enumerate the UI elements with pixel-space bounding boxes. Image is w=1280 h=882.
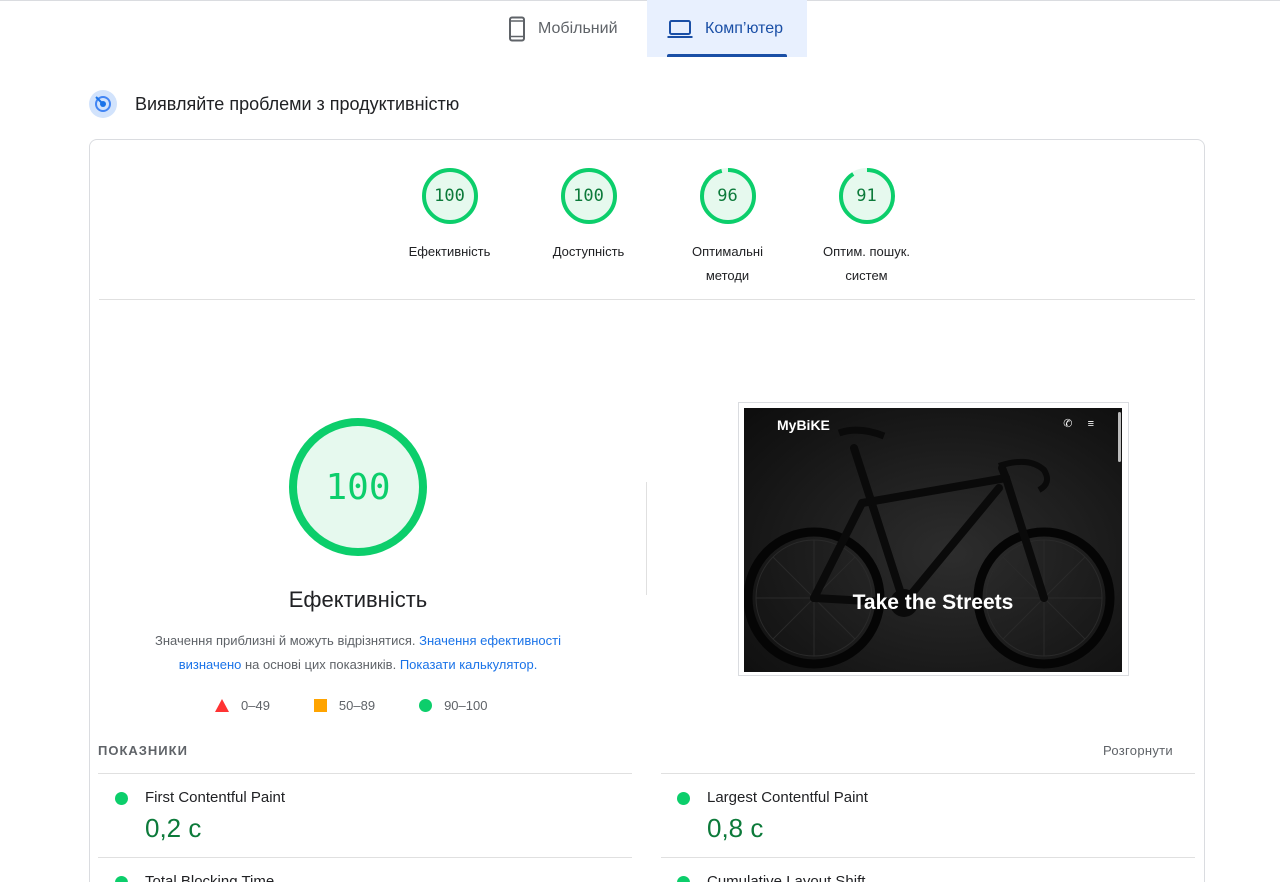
main-gauge-label: Ефективність	[288, 587, 428, 612]
gauge-ring: 91	[838, 167, 896, 225]
legend-fail: 0–49	[215, 698, 270, 713]
metric-value: 0,8 с	[707, 813, 764, 843]
gauge-label: Оптим. пошук. систем	[822, 244, 911, 283]
site-hero-text: Take the Streets	[852, 591, 1014, 614]
metrics-divider	[661, 773, 1195, 774]
performance-target-icon	[89, 90, 117, 118]
screenshot-scrollbar	[1118, 412, 1121, 462]
laptop-icon	[667, 19, 693, 38]
section-heading: Виявляйте проблеми з продуктивністю	[89, 90, 459, 118]
metric-fcp: First Contentful Paint 0,2 с	[115, 789, 615, 849]
device-tabs: Мобільний Комп’ютер	[488, 0, 807, 57]
legend-average-range: 50–89	[338, 698, 376, 713]
gauge-seo[interactable]: 91 Оптим. пошук. систем	[797, 167, 936, 288]
calculator-link[interactable]: Показати калькулятор.	[400, 657, 537, 672]
gauge-label: Оптимальні методи	[692, 244, 763, 283]
main-performance-gauge: 100	[287, 416, 429, 558]
metrics-divider	[98, 857, 632, 858]
category-gauges: 100 Ефективність 100 Доступність 96 Опти…	[380, 167, 936, 288]
orange-square-icon	[313, 699, 327, 712]
pass-circle-icon	[677, 792, 690, 805]
final-screenshot[interactable]: MyBiKE ✆ ≡ Take the Streets	[738, 402, 1129, 676]
legend-fail-range: 0–49	[241, 698, 270, 713]
tab-desktop-label: Комп’ютер	[705, 19, 784, 37]
green-circle-icon	[419, 699, 433, 712]
gauge-accessibility[interactable]: 100 Доступність	[519, 167, 658, 288]
gauge-label: Ефективність	[408, 244, 491, 259]
bicycle-image	[744, 426, 1115, 669]
site-brand: MyBiKE	[777, 417, 830, 433]
metric-cls: Cumulative Layout Shift	[677, 873, 1177, 882]
description-text-2: на основі цих показників.	[244, 657, 397, 672]
smartphone-icon	[509, 16, 525, 41]
gauge-score: 100	[573, 186, 604, 206]
gauge-best-practices[interactable]: 96 Оптимальні методи	[658, 167, 797, 288]
gauge-performance[interactable]: 100 Ефективність	[380, 167, 519, 288]
gauge-label: Доступність	[552, 244, 625, 259]
tab-mobile-label: Мобільний	[538, 19, 618, 37]
tab-mobile[interactable]: Мобільний	[488, 0, 647, 57]
metric-value: 0,2 с	[145, 813, 202, 843]
pass-circle-icon	[677, 876, 690, 882]
description-text-1: Значення приблизні й можуть відрізнятися…	[155, 633, 416, 648]
gauge-ring: 100	[421, 167, 479, 225]
metrics-divider	[661, 857, 1195, 858]
gauge-ring: 100	[560, 167, 618, 225]
gauge-score: 96	[717, 186, 738, 206]
main-gauge-score: 100	[325, 466, 391, 508]
legend-average: 50–89	[313, 698, 376, 713]
metrics-divider	[98, 773, 632, 774]
pass-circle-icon	[115, 792, 128, 805]
metrics-heading: ПОКАЗНИКИ	[98, 743, 188, 758]
tab-desktop[interactable]: Комп’ютер	[647, 0, 807, 57]
expand-metrics-button[interactable]: Розгорнути	[1103, 743, 1173, 758]
metric-tbt: Total Blocking Time	[115, 873, 615, 882]
legend-pass-range: 90–100	[444, 698, 488, 713]
metric-name: Largest Contentful Paint	[707, 789, 868, 806]
section-title: Виявляйте проблеми з продуктивністю	[135, 93, 460, 114]
metric-lcp: Largest Contentful Paint 0,8 с	[677, 789, 1177, 849]
metric-name: Cumulative Layout Shift	[707, 873, 866, 882]
score-description: Значення приблизні й можуть відрізнятися…	[128, 629, 588, 677]
legend-pass: 90–100	[419, 698, 487, 713]
gauge-score: 91	[856, 186, 877, 206]
metric-name: Total Blocking Time	[145, 873, 275, 882]
screenshot-image: MyBiKE ✆ ≡ Take the Streets	[744, 408, 1122, 672]
site-nav-icons: ✆ ≡	[1063, 418, 1100, 430]
metric-name: First Contentful Paint	[145, 789, 286, 806]
vertical-separator	[646, 482, 647, 595]
red-triangle-icon	[215, 699, 229, 712]
gauges-divider	[99, 299, 1195, 300]
gauge-ring: 96	[699, 167, 757, 225]
score-legend: 0–49 50–89 90–100	[215, 698, 487, 713]
pass-circle-icon	[115, 876, 128, 882]
gauge-score: 100	[434, 186, 465, 206]
